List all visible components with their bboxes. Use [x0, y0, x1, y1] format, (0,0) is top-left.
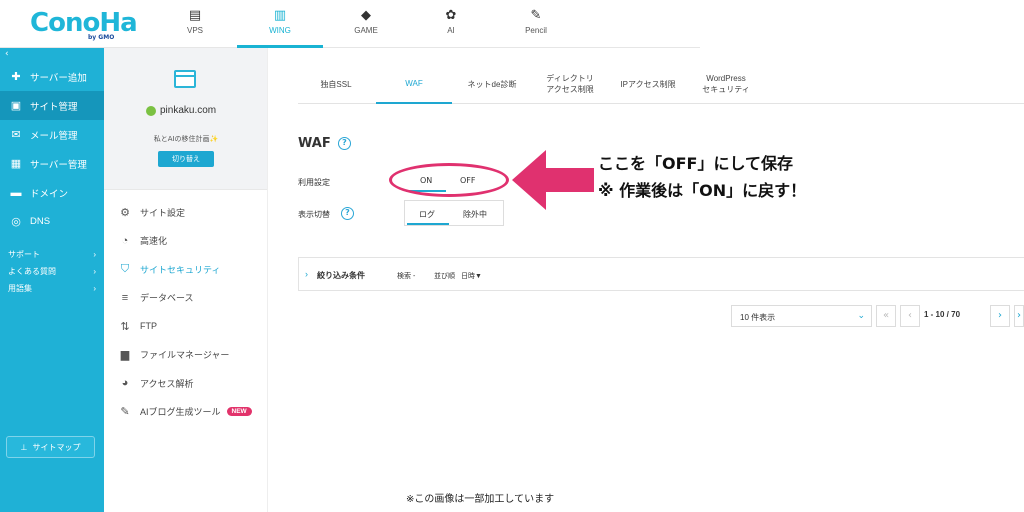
- domain-icon: ▬: [10, 186, 22, 199]
- last-page-button[interactable]: ›: [1014, 305, 1024, 327]
- database-icon: ≡: [121, 291, 129, 304]
- tab-directory-access[interactable]: ディレクトリ アクセス制限: [532, 64, 608, 104]
- shield-icon: ⛉: [120, 262, 130, 275]
- usage-setting-label: 利用設定: [298, 178, 330, 187]
- prev-page-button[interactable]: ‹: [900, 305, 920, 327]
- server-icon: ▦: [10, 158, 22, 170]
- highlight-ellipse: [389, 163, 509, 197]
- site-panel: pinkaku.com 私とAIの移住計画✨ 切り替え ⚙ サイト設定 ◔ 高速化 …: [104, 48, 268, 512]
- filter-sort-value[interactable]: 日時▼: [461, 271, 482, 281]
- menu-file-manager[interactable]: ▆ ファイルマネージャー: [104, 341, 267, 370]
- sidebar-collapse-button[interactable]: ‹: [0, 48, 104, 62]
- folder-icon: ▆: [120, 349, 130, 362]
- chevron-right-icon: ›: [93, 250, 96, 259]
- help-icon[interactable]: ?: [338, 137, 351, 150]
- sidebar-item-server-management[interactable]: ▦ サーバー管理: [0, 149, 104, 178]
- gamepad-icon: ◆: [361, 8, 371, 23]
- filter-label: 絞り込み条件: [317, 271, 365, 280]
- page-count: 1 - 10 / 70: [924, 310, 961, 319]
- sidebar-link-support[interactable]: サポート ›: [0, 246, 104, 263]
- mail-icon: ✉: [11, 129, 21, 141]
- browser-window-icon: [174, 70, 196, 88]
- sidebar-link-faq[interactable]: よくある質問 ›: [0, 263, 104, 280]
- new-badge: NEW: [226, 407, 252, 417]
- tab-ip-access[interactable]: IPアクセス制限: [610, 64, 686, 104]
- tab-ssl[interactable]: 独自SSL: [298, 64, 374, 104]
- chevron-right-icon: ›: [93, 284, 96, 293]
- pink-arrow: [512, 150, 594, 210]
- conoha-logo[interactable]: ConoHa by GMO: [30, 8, 138, 41]
- nav-pencil[interactable]: ✎ Pencil: [493, 0, 579, 48]
- pencil-icon: ✎: [530, 8, 542, 23]
- transfer-icon: ⇅: [120, 320, 130, 333]
- menu-access-analytics[interactable]: ◕ アクセス解析: [104, 369, 267, 398]
- globe-icon: ◎: [11, 216, 21, 228]
- security-tabs: 独自SSL WAF ネットde診断 ディレクトリ アクセス制限 IPアクセス制限 …: [298, 64, 1024, 104]
- tab-waf[interactable]: WAF: [376, 64, 452, 104]
- menu-site-settings[interactable]: ⚙ サイト設定: [104, 198, 267, 227]
- top-bar: ConoHa by GMO ▤ VPS ▥ WING ◆ GAME ✿ AI ✎ …: [0, 0, 700, 48]
- filter-bar[interactable]: › 絞り込み条件 検索 - 並び順 日時▼: [298, 257, 1024, 291]
- filter-sort-label: 並び順: [434, 273, 455, 280]
- switch-site-button[interactable]: 切り替え: [158, 151, 214, 167]
- sidebar: ‹ ✚ サーバー追加 ▣ サイト管理 ✉ メール管理 ▦ サーバー管理 ▬ ドメイン ◎ D…: [0, 48, 104, 512]
- per-page-select[interactable]: 10 件表示 ⌄: [731, 305, 872, 327]
- help-icon[interactable]: ?: [341, 207, 354, 220]
- server-icon: ▤: [188, 8, 202, 23]
- sidebar-link-glossary[interactable]: 用語集 ›: [0, 280, 104, 297]
- doc-icon: ✎: [120, 406, 130, 419]
- sidebar-item-domain[interactable]: ▬ ドメイン: [0, 178, 104, 207]
- sidebar-item-dns[interactable]: ◎ DNS: [0, 207, 104, 236]
- wing-icon: ▥: [273, 8, 287, 23]
- nav-vps[interactable]: ▤ VPS: [152, 0, 238, 48]
- sidebar-item-add-server[interactable]: ✚ サーバー追加: [0, 62, 104, 91]
- speed-icon: ◔: [121, 234, 129, 247]
- sitemap-button[interactable]: ⊥ サイトマップ: [6, 436, 95, 458]
- filter-search: 検索 -: [397, 273, 416, 280]
- site-card: pinkaku.com 私とAIの移住計画✨ 切り替え: [104, 48, 267, 190]
- wordpress-icon: [146, 105, 156, 116]
- page-title: WAF: [298, 136, 331, 151]
- nav-wing[interactable]: ▥ WING: [237, 0, 323, 48]
- display-toggle-label: 表示切替: [298, 210, 330, 219]
- settings-icon: ⚙: [120, 206, 130, 219]
- sitemap-icon: ⊥: [20, 442, 28, 452]
- menu-ai-blog-tool[interactable]: ✎ AIブログ生成ツール NEW: [104, 398, 267, 427]
- annotation-text: ここを「OFF」にして保存 ※ 作業後は「ON」に戻す！: [598, 154, 807, 200]
- footnote: ※この画像は一部加工しています: [406, 494, 555, 505]
- site-description: 私とAIの移住計画✨: [153, 135, 219, 143]
- plus-icon: ✚: [11, 71, 21, 83]
- menu-site-security[interactable]: ⛉ サイトセキュリティ: [104, 255, 267, 284]
- chevron-down-icon: ⌄: [857, 310, 865, 320]
- display-toggle: ログ 除外中: [404, 200, 504, 226]
- log-option[interactable]: ログ: [419, 209, 435, 220]
- site-domain: pinkaku.com: [146, 105, 216, 116]
- sidebar-item-mail-management[interactable]: ✉ メール管理: [0, 120, 104, 149]
- site-icon: ▣: [10, 100, 22, 112]
- next-page-button[interactable]: ›: [990, 305, 1010, 327]
- nav-game[interactable]: ◆ GAME: [323, 0, 409, 48]
- tab-wordpress-security[interactable]: WordPress セキュリティ: [688, 64, 764, 104]
- menu-speed[interactable]: ◔ 高速化: [104, 227, 267, 256]
- menu-ftp[interactable]: ⇅ FTP: [104, 312, 267, 341]
- excluded-option[interactable]: 除外中: [463, 209, 487, 220]
- log-indicator: [407, 223, 449, 225]
- first-page-button[interactable]: «: [876, 305, 896, 327]
- chevron-right-icon: ›: [93, 267, 96, 276]
- sidebar-divider: [0, 236, 104, 246]
- pie-icon: ◕: [121, 377, 129, 390]
- chevron-right-icon: ›: [305, 269, 308, 279]
- nav-ai[interactable]: ✿ AI: [408, 0, 494, 48]
- tab-net-diagnosis[interactable]: ネットde診断: [454, 64, 530, 104]
- sidebar-item-site-management[interactable]: ▣ サイト管理: [0, 91, 104, 120]
- menu-database[interactable]: ≡ データベース: [104, 284, 267, 313]
- ai-icon: ✿: [445, 8, 457, 23]
